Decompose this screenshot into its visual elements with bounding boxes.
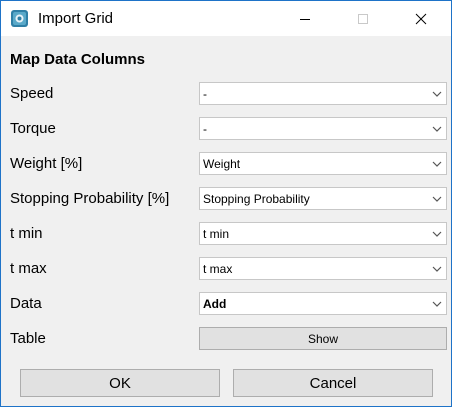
title-bar[interactable]: Import Grid (1, 1, 451, 36)
data-label: Data (10, 295, 42, 312)
chevron-down-icon (432, 231, 442, 237)
window-title: Import Grid (38, 10, 114, 27)
maximize-icon (358, 13, 368, 24)
weight-select[interactable]: Weight (199, 152, 447, 175)
t-max-select[interactable]: t max (199, 257, 447, 280)
torque-value: - (203, 122, 207, 136)
maximize-button[interactable] (334, 1, 392, 36)
speed-label: Speed (10, 85, 54, 102)
chevron-down-icon (432, 91, 442, 97)
show-table-button[interactable]: Show (199, 327, 447, 350)
t-min-select[interactable]: t min (199, 222, 447, 245)
table-label: Table (10, 330, 46, 347)
close-button[interactable] (392, 1, 450, 36)
data-value: Add (203, 297, 227, 311)
stopping-probability-select[interactable]: Stopping Probability (199, 187, 447, 210)
ok-button[interactable]: OK (20, 369, 220, 397)
t-min-value: t min (203, 227, 230, 241)
cancel-button[interactable]: Cancel (233, 369, 433, 397)
torque-label: Torque (10, 120, 56, 137)
t-max-value: t max (203, 262, 233, 276)
dialog-content: Map Data Columns Speed - Torque - Weight… (1, 36, 451, 406)
import-grid-icon (11, 10, 28, 27)
speed-value: - (203, 87, 207, 101)
data-select[interactable]: Add (199, 292, 447, 315)
chevron-down-icon (432, 266, 442, 272)
section-heading: Map Data Columns (10, 51, 146, 68)
t-max-label: t max (10, 260, 47, 277)
weight-value: Weight (203, 157, 241, 171)
import-grid-window: Import Grid Map Data Columns Speed - Tor… (0, 0, 452, 407)
chevron-down-icon (432, 301, 442, 307)
minimize-button[interactable] (276, 1, 334, 36)
weight-label: Weight [%] (10, 155, 83, 172)
minimize-icon (300, 18, 310, 20)
close-icon (415, 13, 427, 24)
stopping-probability-value: Stopping Probability (203, 192, 310, 206)
t-min-label: t min (10, 225, 43, 242)
chevron-down-icon (432, 126, 442, 132)
chevron-down-icon (432, 196, 442, 202)
chevron-down-icon (432, 161, 442, 167)
torque-select[interactable]: - (199, 117, 447, 140)
speed-select[interactable]: - (199, 82, 447, 105)
stopping-probability-label: Stopping Probability [%] (10, 190, 170, 207)
